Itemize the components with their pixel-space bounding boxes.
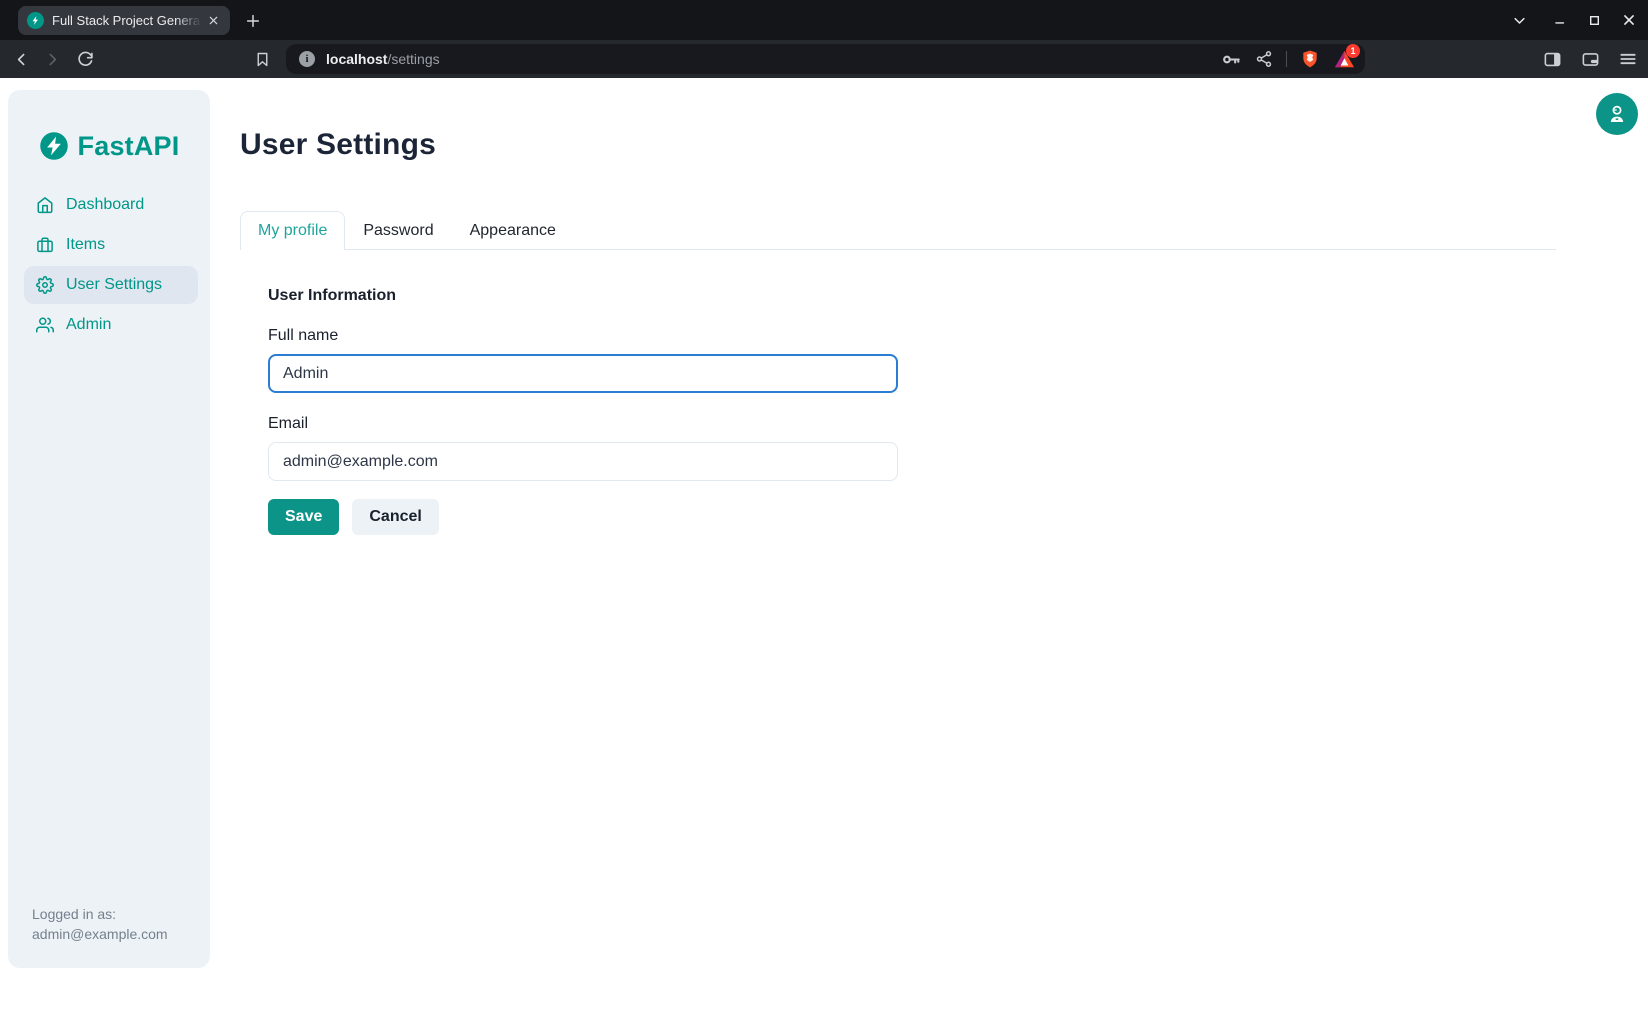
briefcase-icon [36,236,54,254]
tab-password[interactable]: Password [345,211,451,250]
fastapi-bolt-icon [39,131,69,161]
new-tab-button[interactable] [240,8,266,34]
settings-tabs: My profile Password Appearance [240,211,1556,250]
full-name-label: Full name [268,327,1556,345]
password-key-icon[interactable] [1221,49,1242,70]
email-input[interactable] [268,442,898,481]
logged-in-label: Logged in as: [32,904,168,924]
fastapi-favicon-icon [27,12,44,29]
full-name-input[interactable] [268,354,898,393]
browser-titlebar: Full Stack Project Genera [0,0,1648,40]
menu-hamburger-icon[interactable] [1616,47,1640,71]
url-path: /settings [387,51,439,67]
reload-button[interactable] [71,40,99,78]
divider [1286,51,1287,67]
section-title: User Information [268,287,1556,305]
user-avatar-icon [1605,102,1629,126]
tab-my-profile[interactable]: My profile [240,211,345,250]
logged-in-info: Logged in as: admin@example.com [32,904,168,944]
sidebar-item-label: Dashboard [66,196,144,214]
save-button[interactable]: Save [268,499,339,535]
logged-in-email: admin@example.com [32,924,168,944]
bookmark-icon[interactable] [248,40,276,78]
page-content: FastAPI Dashboard Items User Settings Ad… [0,78,1648,1025]
browser-navbar: i localhost/settings 1 [0,40,1648,78]
sidebar-nav: Dashboard Items User Settings Admin [8,186,210,344]
user-menu-button[interactable] [1596,93,1638,135]
logo-text: FastAPI [78,131,180,162]
url-host: localhost [326,51,387,67]
sidebar-item-label: User Settings [66,276,162,294]
rewards-badge: 1 [1346,44,1360,58]
back-button[interactable] [7,40,35,78]
app-sidebar: FastAPI Dashboard Items User Settings Ad… [8,90,210,968]
home-icon [36,196,54,214]
maximize-button[interactable] [1581,7,1607,33]
url-bar[interactable]: i localhost/settings 1 [286,44,1365,74]
forward-button[interactable] [38,40,66,78]
tab-search-chevron-icon[interactable] [1506,7,1532,33]
users-icon [36,316,54,334]
tab-close-icon[interactable] [204,12,222,30]
site-info-icon[interactable]: i [299,51,315,67]
sidebar-item-user-settings[interactable]: User Settings [24,266,198,304]
sidebar-item-admin[interactable]: Admin [24,306,198,344]
sidebar-item-label: Admin [66,316,111,334]
brave-shield-icon[interactable] [1300,48,1320,70]
share-icon[interactable] [1255,50,1273,68]
window-controls [1506,0,1648,40]
profile-tab-panel: User Information Full name Email Save Ca… [240,287,1556,535]
brave-rewards-icon[interactable]: 1 [1333,48,1355,70]
sidebar-item-dashboard[interactable]: Dashboard [24,186,198,224]
window-close-button[interactable] [1616,7,1642,33]
tab-appearance[interactable]: Appearance [452,211,574,250]
email-label: Email [268,415,1556,433]
gear-icon [36,276,54,294]
wallet-icon[interactable] [1578,47,1602,71]
sidebar-toggle-icon[interactable] [1540,47,1564,71]
fastapi-logo: FastAPI [8,130,210,162]
sidebar-item-items[interactable]: Items [24,226,198,264]
browser-tab[interactable]: Full Stack Project Genera [18,6,230,35]
sidebar-item-label: Items [66,236,105,254]
url-text[interactable]: localhost/settings [326,51,440,67]
form-actions: Save Cancel [268,499,1556,535]
cancel-button[interactable]: Cancel [352,499,438,535]
tab-title: Full Stack Project Genera [52,13,202,28]
main-panel: User Settings My profile Password Appear… [240,78,1556,535]
page-title: User Settings [240,128,1556,162]
minimize-button[interactable] [1547,7,1573,33]
